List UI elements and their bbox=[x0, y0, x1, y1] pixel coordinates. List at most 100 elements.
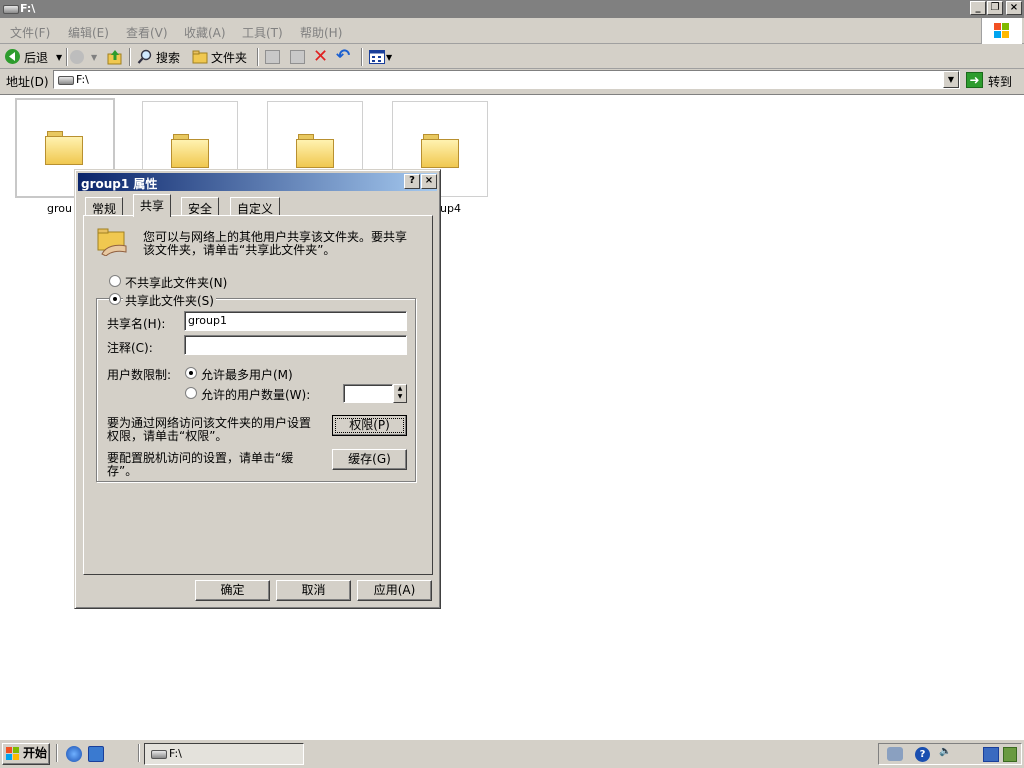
volume-icon[interactable]: 🔈 bbox=[939, 746, 951, 757]
back-arrow-icon[interactable] bbox=[5, 49, 20, 64]
back-dropdown-icon[interactable]: ▼ bbox=[56, 53, 62, 62]
allowed-users-radio[interactable] bbox=[185, 387, 197, 399]
max-users-label[interactable]: 允许最多用户(M) bbox=[201, 366, 293, 383]
menu-file[interactable]: 文件(F) bbox=[10, 24, 50, 41]
network-icon[interactable] bbox=[983, 747, 999, 762]
start-button[interactable]: 开始 bbox=[2, 743, 50, 765]
intro-text-line2: 该文件夹，请单击“共享此文件夹”。 bbox=[143, 243, 336, 257]
go-label: 转到 bbox=[988, 75, 1013, 89]
copy-to-icon[interactable] bbox=[290, 50, 305, 64]
desktop-icon[interactable] bbox=[88, 746, 104, 762]
system-tray: ? 🔈 bbox=[878, 743, 1022, 765]
dialog-title-bar[interactable]: group1 属性 ? × bbox=[78, 173, 437, 191]
no-share-label[interactable]: 不共享此文件夹(N) bbox=[125, 274, 227, 291]
internet-explorer-icon[interactable] bbox=[66, 746, 82, 762]
folder-icon bbox=[421, 134, 459, 168]
address-input[interactable]: F:\ ▼ bbox=[53, 70, 960, 89]
ok-button[interactable]: 确定 bbox=[195, 580, 270, 601]
start-windows-icon bbox=[6, 747, 19, 760]
address-bar: 地址(D) F:\ ▼ ➜ 转到 bbox=[0, 69, 1024, 92]
menu-tools[interactable]: 工具(T) bbox=[242, 24, 283, 41]
drive-icon bbox=[58, 76, 74, 85]
forward-dropdown-icon[interactable]: ▼ bbox=[91, 53, 97, 62]
no-share-radio[interactable] bbox=[109, 275, 121, 287]
share-name-input[interactable]: group1 bbox=[184, 311, 407, 331]
printer-icon[interactable] bbox=[887, 747, 903, 761]
toolbar-separator bbox=[361, 48, 363, 66]
allowed-users-label[interactable]: 允许的用户数量(W): bbox=[201, 386, 310, 403]
taskbar-item-explorer[interactable]: F:\ bbox=[144, 743, 304, 765]
safely-remove-icon[interactable] bbox=[1003, 747, 1017, 762]
share-radio[interactable] bbox=[109, 293, 121, 305]
folder-icon bbox=[45, 131, 83, 165]
back-button[interactable]: 后退 bbox=[24, 49, 48, 66]
folders-icon[interactable] bbox=[192, 50, 208, 67]
windows-logo-icon bbox=[981, 18, 1022, 44]
search-button[interactable]: 搜索 bbox=[156, 49, 180, 66]
dialog-title: group1 属性 bbox=[81, 177, 158, 191]
forward-arrow-icon[interactable] bbox=[70, 50, 84, 64]
folder-label-group4: up4 bbox=[440, 202, 461, 215]
user-limit-label: 用户数限制: bbox=[107, 368, 172, 382]
window-title: F:\ bbox=[20, 2, 36, 15]
address-value: F:\ bbox=[76, 73, 89, 86]
comment-input[interactable] bbox=[184, 335, 407, 355]
help-button[interactable]: ? bbox=[404, 174, 420, 189]
help-tray-icon[interactable]: ? bbox=[915, 747, 930, 762]
comment-label: 注释(C): bbox=[107, 341, 153, 355]
menu-edit[interactable]: 编辑(E) bbox=[68, 24, 109, 41]
tab-security[interactable]: 安全 bbox=[181, 197, 220, 216]
move-to-icon[interactable] bbox=[265, 50, 280, 64]
shared-folder-icon bbox=[96, 226, 130, 259]
taskbar: 开始 F:\ ? 🔈 bbox=[0, 739, 1024, 768]
folder-label-group1: grou bbox=[47, 202, 72, 215]
toolbar-separator bbox=[129, 48, 131, 66]
user-count-stepper[interactable]: ▲ ▼ bbox=[393, 384, 407, 403]
folder-icon bbox=[171, 134, 209, 168]
up-folder-icon[interactable] bbox=[107, 49, 123, 68]
menu-favorites[interactable]: 收藏(A) bbox=[184, 24, 226, 41]
undo-icon[interactable]: ↶ bbox=[336, 47, 350, 65]
share-label[interactable]: 共享此文件夹(S) bbox=[123, 292, 216, 309]
menu-bar: 文件(F) 编辑(E) 查看(V) 收藏(A) 工具(T) 帮助(H) bbox=[0, 18, 1024, 44]
cache-text-line2: 存”。 bbox=[107, 464, 138, 478]
go-arrow-icon: ➜ bbox=[966, 72, 983, 88]
taskbar-separator bbox=[138, 744, 140, 762]
views-dropdown-icon[interactable]: ▼ bbox=[386, 53, 392, 62]
menu-view[interactable]: 查看(V) bbox=[126, 24, 168, 41]
properties-dialog: group1 属性 ? × 常规 共享 安全 自定义 您可以与网络上的其他用户共… bbox=[74, 169, 441, 609]
folders-button[interactable]: 文件夹 bbox=[211, 49, 247, 66]
drive-icon bbox=[151, 750, 167, 759]
drive-icon bbox=[3, 5, 19, 14]
tab-customize[interactable]: 自定义 bbox=[230, 197, 281, 216]
toolbar: 后退 ▼ ▼ 搜索 文件夹 ✕ ↶ ▼ bbox=[0, 45, 1024, 69]
search-icon[interactable] bbox=[137, 49, 153, 68]
taskbar-separator bbox=[56, 744, 58, 762]
cache-button[interactable]: 缓存(G) bbox=[332, 449, 407, 470]
menu-help[interactable]: 帮助(H) bbox=[300, 24, 342, 41]
user-count-input[interactable] bbox=[343, 384, 393, 403]
toolbar-separator bbox=[66, 48, 68, 66]
address-dropdown-button[interactable]: ▼ bbox=[943, 71, 959, 88]
permissions-text-line2: 权限，请单击“权限”。 bbox=[107, 429, 228, 443]
taskbar-item-label: F:\ bbox=[169, 747, 182, 760]
window-title-bar[interactable]: F:\ _ ❐ × bbox=[0, 0, 1024, 18]
apply-button[interactable]: 应用(A) bbox=[357, 580, 432, 601]
delete-icon[interactable]: ✕ bbox=[313, 48, 328, 66]
toolbar-separator bbox=[257, 48, 259, 66]
share-name-label: 共享名(H): bbox=[107, 317, 166, 331]
views-icon[interactable] bbox=[369, 50, 385, 67]
dialog-close-button[interactable]: × bbox=[421, 174, 437, 189]
minimize-button[interactable]: _ bbox=[970, 1, 986, 15]
address-label: 地址(D) bbox=[6, 75, 49, 89]
folder-icon bbox=[296, 134, 334, 168]
start-label: 开始 bbox=[23, 746, 48, 760]
restore-button[interactable]: ❐ bbox=[987, 1, 1003, 15]
sharing-panel: 您可以与网络上的其他用户共享该文件夹。要共享 该文件夹，请单击“共享此文件夹”。… bbox=[83, 215, 433, 575]
max-users-radio[interactable] bbox=[185, 367, 197, 379]
cancel-button[interactable]: 取消 bbox=[276, 580, 351, 601]
close-button[interactable]: × bbox=[1006, 1, 1022, 15]
tab-sharing[interactable]: 共享 bbox=[133, 194, 172, 217]
tab-general[interactable]: 常规 bbox=[85, 197, 124, 216]
permissions-button[interactable]: 权限(P) bbox=[332, 415, 407, 436]
